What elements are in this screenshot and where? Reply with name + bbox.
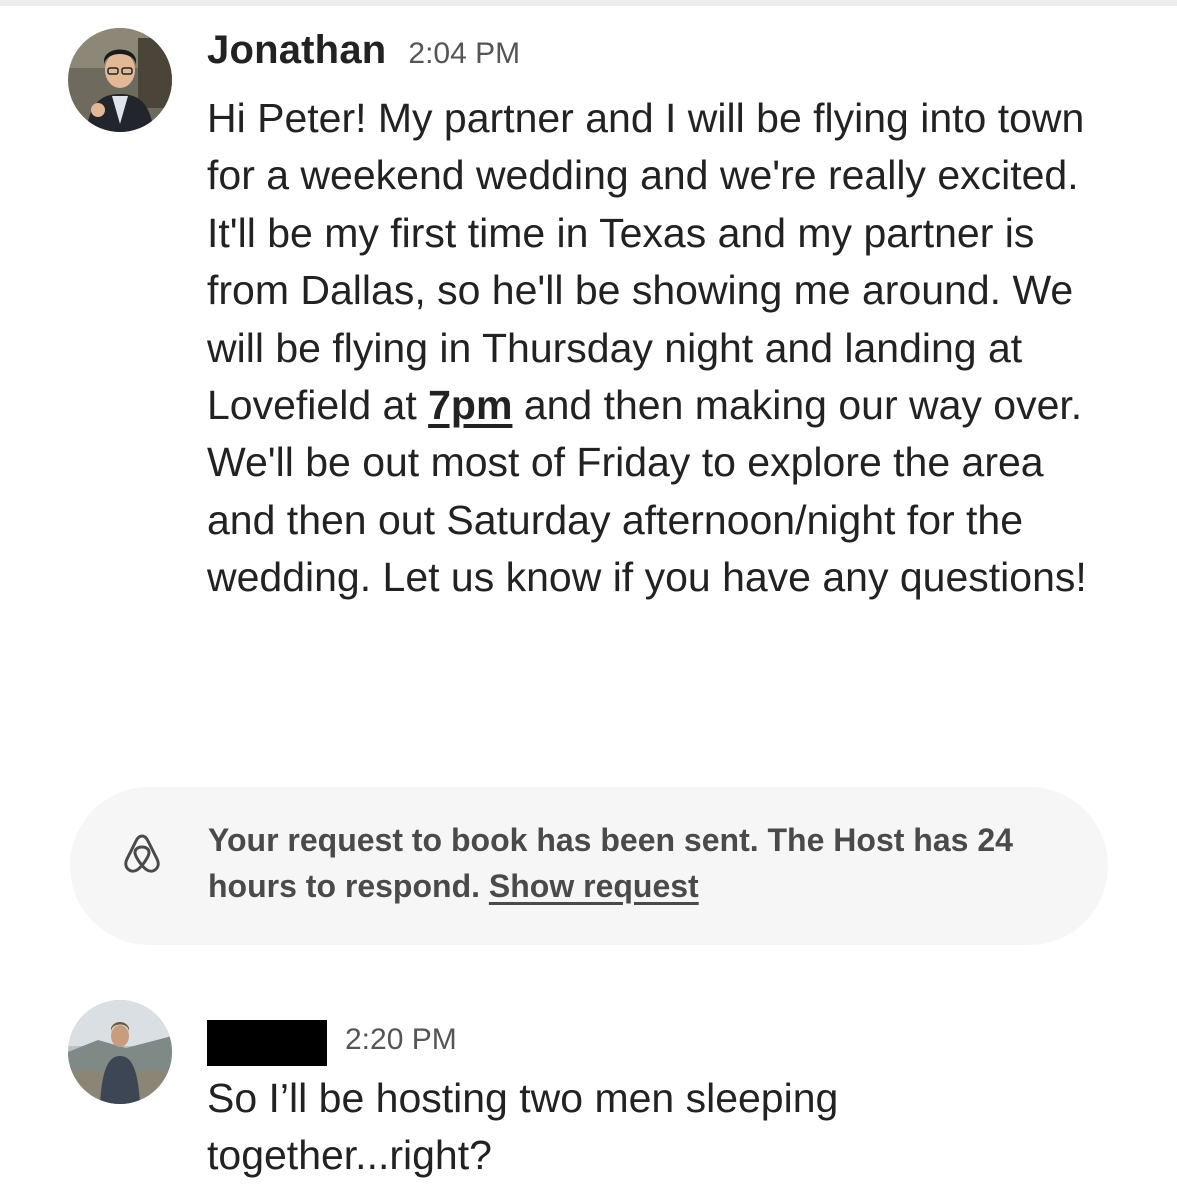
booking-request-notice: Your request to book has been sent. The … [70,787,1108,945]
avatar-photo [68,28,172,132]
message-time: 2:20 PM [345,1023,457,1056]
avatar[interactable] [68,1000,172,1104]
top-edge [0,0,1177,6]
message-body: So I’ll be hosting two men sleeping toge… [207,1075,839,1179]
avatar[interactable] [68,28,172,132]
message-body: Hi Peter! My partner and I will be flyin… [207,90,1107,607]
message-text: Hi Peter! My partner and I will be flyin… [207,95,1085,429]
message-header: 2:20 PM [207,1000,1107,1070]
sender-name[interactable]: Jonathan [207,28,386,73]
avatar-photo [68,1000,172,1104]
airbnb-logo-icon [122,833,162,875]
message-time: 2:04 PM [408,37,521,70]
notice-text: Your request to book has been sent. The … [208,817,1068,909]
message-content: 2:20 PM So I’ll be hosting two men sleep… [207,1000,1107,1185]
redacted-sender-name [207,1020,327,1066]
show-request-link[interactable]: Show request [489,868,699,904]
time-link[interactable]: 7pm [428,382,512,428]
message-content: Jonathan 2:04 PM Hi Peter! My partner an… [207,28,1107,607]
message-header: Jonathan 2:04 PM [207,28,1107,90]
